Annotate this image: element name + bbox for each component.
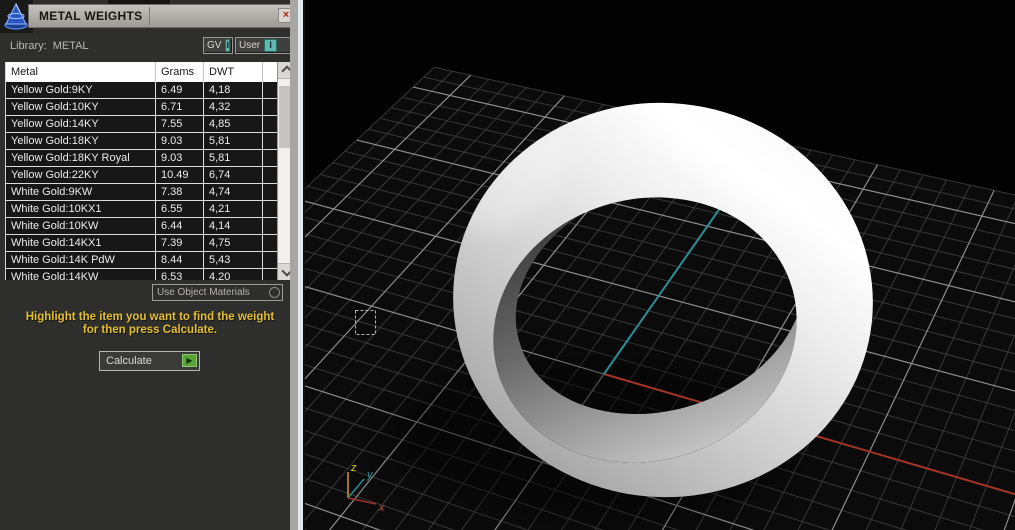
library-label: Library: <box>10 40 47 52</box>
table-row[interactable]: Yellow Gold:9KY 6.49 4,18 <box>6 82 278 99</box>
table-cell: 5,81 <box>204 150 263 166</box>
table-cell: 7.39 <box>156 235 204 251</box>
instruction-line-2: for then press Calculate. <box>82 324 218 336</box>
user-toggle-button[interactable]: User I <box>235 37 294 54</box>
gizmo-x-label: x <box>378 502 385 514</box>
table-cell <box>263 269 278 280</box>
table-cell: 4,75 <box>204 235 263 251</box>
table-cell <box>263 235 278 251</box>
table-cell: 4,20 <box>204 269 263 280</box>
panel-titlebar[interactable]: METAL WEIGHTS × <box>28 4 298 28</box>
table-cell: Yellow Gold:14KY <box>6 116 156 132</box>
metal-weights-table: Metal Grams DWT Yellow Gold:9KY 6.49 4,18 Y… <box>5 62 296 280</box>
table-cell: White Gold:10KW <box>6 218 156 234</box>
table-cell: 5,43 <box>204 252 263 268</box>
table-cell: 4,18 <box>204 82 263 98</box>
table-cell: 7.55 <box>156 116 204 132</box>
table-row[interactable]: Yellow Gold:18KY 9.03 5,81 <box>6 133 278 150</box>
table-row[interactable]: Yellow Gold:14KY 7.55 4,85 <box>6 116 278 133</box>
gv-toggle-button[interactable]: GV I <box>203 37 233 54</box>
column-header-blank <box>263 62 277 82</box>
table-row[interactable]: White Gold:10KW 6.44 4,14 <box>6 218 278 235</box>
table-cell: 6.53 <box>156 269 204 280</box>
titlebar-divider <box>149 7 150 25</box>
dropdown-circle-icon[interactable] <box>269 287 280 298</box>
table-cell <box>263 150 278 166</box>
column-header-metal: Metal <box>6 62 156 82</box>
table-cell <box>263 133 278 149</box>
table-cell: 5,81 <box>204 133 263 149</box>
table-cell: 4,21 <box>204 201 263 217</box>
instruction-line-1: Highlight the item you want to find the … <box>25 311 275 323</box>
instruction-text: Highlight the item you want to find the … <box>0 311 300 337</box>
table-row[interactable]: White Gold:14K PdW 8.44 5,43 <box>6 252 278 269</box>
table-cell <box>263 218 278 234</box>
table-cell: 4,14 <box>204 218 263 234</box>
table-cell: 6.44 <box>156 218 204 234</box>
table-cell: 7.38 <box>156 184 204 200</box>
table-cell: White Gold:10KX1 <box>6 201 156 217</box>
table-cell: 6.49 <box>156 82 204 98</box>
table-body: Yellow Gold:9KY 6.49 4,18 Yellow Gold:10KY 6… <box>6 82 278 280</box>
library-value: METAL <box>52 40 89 52</box>
calculate-button[interactable]: Calculate ▶ <box>99 351 200 371</box>
table-cell <box>263 252 278 268</box>
table-cell <box>263 82 278 98</box>
panel-border-strip <box>290 0 298 530</box>
table-cell: Yellow Gold:22KY <box>6 167 156 183</box>
library-row: Library: METAL <box>10 40 89 52</box>
table-cell <box>263 99 278 115</box>
user-label: User <box>239 40 261 51</box>
gizmo-z-label: z <box>350 462 357 474</box>
table-cell: 4,85 <box>204 116 263 132</box>
table-cell: 6,74 <box>204 167 263 183</box>
column-header-grams: Grams <box>156 62 204 82</box>
panel-title: METAL WEIGHTS <box>39 9 143 23</box>
table-cell: 6.71 <box>156 99 204 115</box>
table-cell <box>263 167 278 183</box>
gv-indicator-icon[interactable]: I <box>225 39 230 52</box>
table-cell: White Gold:9KW <box>6 184 156 200</box>
table-cell: 9.03 <box>156 150 204 166</box>
table-row[interactable]: White Gold:10KX1 6.55 4,21 <box>6 201 278 218</box>
table-cell: 6.55 <box>156 201 204 217</box>
table-cell: Yellow Gold:10KY <box>6 99 156 115</box>
column-header-dwt: DWT <box>204 62 263 82</box>
table-cell: Yellow Gold:18KY <box>6 133 156 149</box>
table-cell: 4,74 <box>204 184 263 200</box>
table-cell <box>263 116 278 132</box>
table-row[interactable]: White Gold:9KW 7.38 4,74 <box>6 184 278 201</box>
table-cell: White Gold:14KX1 <box>6 235 156 251</box>
table-row[interactable]: Yellow Gold:18KY Royal 9.03 5,81 <box>6 150 278 167</box>
gv-label: GV <box>207 40 222 51</box>
table-header: Metal Grams DWT <box>6 62 277 82</box>
table-cell: White Gold:14K PdW <box>6 252 156 268</box>
table-cell: Yellow Gold:9KY <box>6 82 156 98</box>
table-cell: 8.44 <box>156 252 204 268</box>
calculate-label: Calculate <box>106 355 152 367</box>
table-cell: Yellow Gold:18KY Royal <box>6 150 156 166</box>
table-cell: White Gold:14KW <box>6 269 156 280</box>
user-indicator-icon[interactable]: I <box>264 39 278 52</box>
table-row[interactable]: White Gold:14KX1 7.39 4,75 <box>6 235 278 252</box>
metal-weights-panel: METAL WEIGHTS × Library: METAL GV I User … <box>0 0 305 530</box>
table-cell <box>263 184 278 200</box>
table-cell <box>263 201 278 217</box>
table-row[interactable]: Yellow Gold:10KY 6.71 4,32 <box>6 99 278 116</box>
3d-viewport[interactable]: z y x <box>305 0 1015 530</box>
use-object-materials-label: Use Object Materials <box>157 287 250 298</box>
table-cell: 9.03 <box>156 133 204 149</box>
table-row[interactable]: Yellow Gold:22KY 10.49 6,74 <box>6 167 278 184</box>
use-object-materials-dropdown[interactable]: Use Object Materials <box>152 284 283 301</box>
table-row[interactable]: White Gold:14KW 6.53 4,20 <box>6 269 278 280</box>
table-cell: 4,32 <box>204 99 263 115</box>
table-cell: 10.49 <box>156 167 204 183</box>
calculate-play-icon: ▶ <box>182 354 197 367</box>
